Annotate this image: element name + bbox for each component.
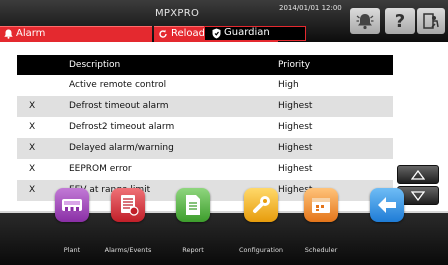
reload-icon xyxy=(159,29,167,38)
column-header-description: Description xyxy=(69,60,121,70)
row-mark: X xyxy=(29,122,36,132)
logout-icon xyxy=(423,13,439,29)
bell-icon xyxy=(4,29,13,39)
row-description: Defrost timeout alarm xyxy=(69,101,169,111)
nav-configuration-button[interactable] xyxy=(244,188,278,222)
tab-reload-label: Reload xyxy=(171,28,206,39)
nav-scheduler-button[interactable] xyxy=(304,188,338,222)
logout-button[interactable] xyxy=(417,8,445,34)
table-row[interactable]: X Defrost timeout alarm Highest xyxy=(17,96,393,117)
help-button[interactable]: ? xyxy=(385,8,415,34)
nav-back-button[interactable] xyxy=(370,188,404,222)
table-row[interactable]: X Defrost2 timeout alarm Highest xyxy=(17,117,393,138)
scheduler-icon xyxy=(312,198,330,213)
row-mark: X xyxy=(29,101,36,111)
nav-report-label: Report xyxy=(182,246,204,254)
back-arrow-icon xyxy=(378,197,396,213)
nav-report-button[interactable] xyxy=(176,188,210,222)
table-header: Description Priority xyxy=(17,55,393,75)
row-mark: X xyxy=(29,143,36,153)
row-priority: Highest xyxy=(278,164,313,174)
row-mark: X xyxy=(29,185,36,195)
table-row[interactable]: X EEPROM error Highest xyxy=(17,159,393,180)
tab-guardian-label: Guardian xyxy=(224,27,270,38)
alarm-bell-button[interactable] xyxy=(350,8,380,34)
nav-alarms-events-label: Alarms/Events xyxy=(104,246,152,254)
row-mark: X xyxy=(29,164,36,174)
report-icon xyxy=(186,195,200,215)
plant-icon xyxy=(62,199,82,211)
column-header-priority: Priority xyxy=(278,60,311,70)
row-priority: Highest xyxy=(278,143,313,153)
row-description: Defrost2 timeout alarm xyxy=(69,122,175,132)
alarm-table: Description Priority Active remote contr… xyxy=(17,55,393,201)
row-description: Delayed alarm/warning xyxy=(69,143,174,153)
triangle-down-icon xyxy=(411,190,425,201)
row-priority: High xyxy=(278,80,299,90)
row-description: EEPROM error xyxy=(69,164,132,174)
help-icon: ? xyxy=(394,10,406,32)
nav-scheduler-label: Scheduler xyxy=(304,246,338,254)
configuration-icon xyxy=(253,196,270,213)
alarms-icon xyxy=(121,195,139,216)
triangle-up-icon xyxy=(411,169,425,180)
app-title: MPXPRO xyxy=(155,8,200,19)
datetime-display: 2014/01/01 12:00 xyxy=(279,4,342,12)
row-description: Active remote control xyxy=(69,80,167,90)
scroll-up-button[interactable] xyxy=(397,165,439,184)
tab-alarm-label: Alarm xyxy=(16,28,46,39)
nav-plant-label: Plant xyxy=(63,246,81,254)
table-row[interactable]: X Delayed alarm/warning Highest xyxy=(17,138,393,159)
row-priority: Highest xyxy=(278,122,313,132)
row-priority: Highest xyxy=(278,101,313,111)
tab-guardian[interactable]: Guardian xyxy=(204,26,306,41)
nav-plant-button[interactable] xyxy=(55,188,89,222)
nav-alarms-events-button[interactable] xyxy=(111,188,145,222)
tab-alarm[interactable]: Alarm xyxy=(0,26,152,42)
table-row[interactable]: Active remote control High xyxy=(17,75,393,96)
nav-configuration-label: Configuration xyxy=(238,246,284,254)
shield-icon xyxy=(212,28,221,39)
alarm-bell-icon xyxy=(356,14,374,30)
